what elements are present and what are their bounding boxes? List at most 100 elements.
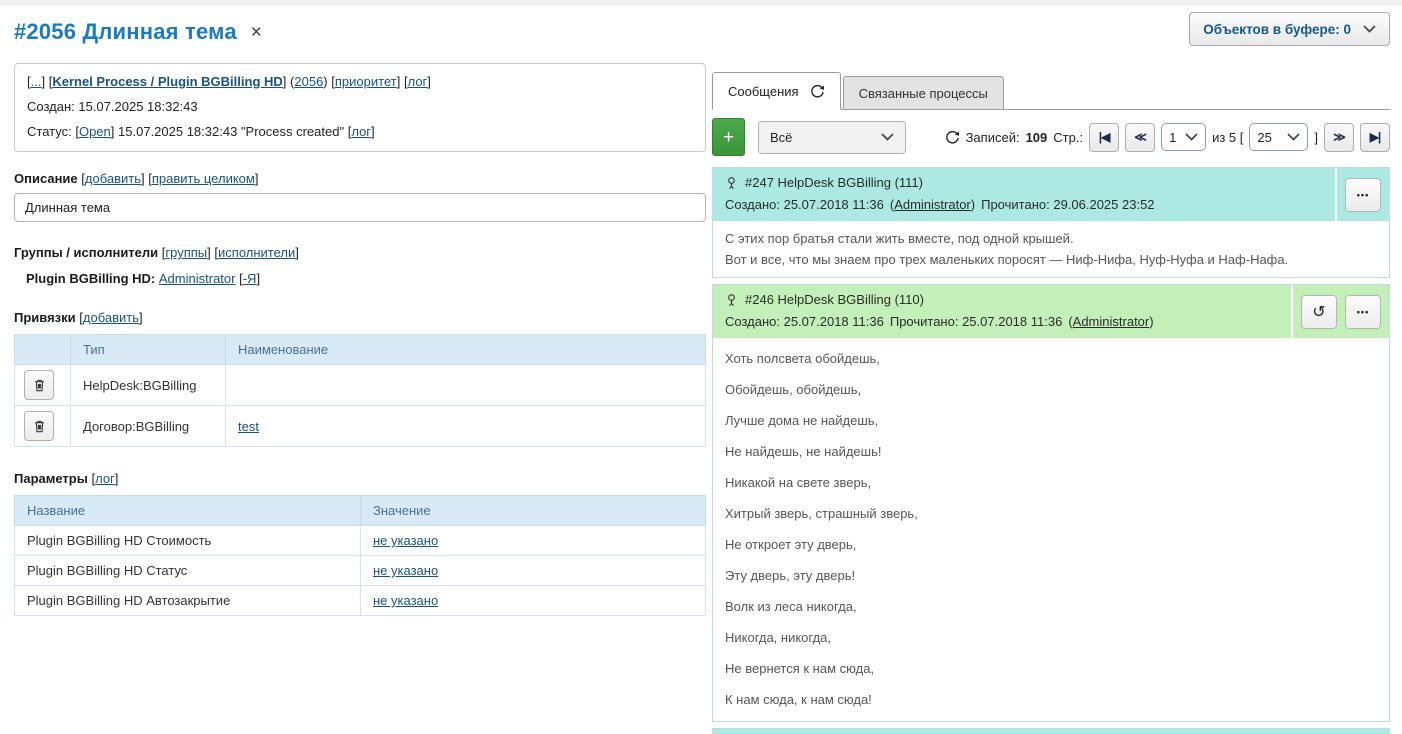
remove-me-link[interactable]: -Я (243, 271, 257, 286)
created-line: Создан: 15.07.2025 18:32:43 (27, 94, 693, 119)
message-list: #247 HelpDesk BGBilling (111) Создано: 2… (712, 167, 1390, 734)
status-label: Статус: (27, 124, 72, 139)
param-name: Plugin BGBilling HD Статус (15, 556, 361, 586)
process-menu-link[interactable]: ... (31, 74, 42, 89)
process-id-link[interactable]: 2056 (294, 74, 323, 89)
message-menu-button[interactable]: ••• (1345, 295, 1381, 329)
message-filter-select[interactable]: Всё (758, 121, 906, 154)
chevron-down-icon (1363, 25, 1376, 33)
tab-linked-processes[interactable]: Связанные процессы (843, 76, 1004, 109)
binding-name (226, 365, 706, 406)
message-actions: ↺ ••• (1291, 285, 1389, 338)
page-label: Стр.: (1053, 130, 1083, 145)
message-body: С этих пор братья стали жить вместе, под… (713, 221, 1389, 277)
param-name: Plugin BGBilling HD Стоимость (15, 526, 361, 556)
messages-panel: Объектов в буфере: 0 Сообщения Связанные… (712, 6, 1390, 734)
bindings-table: Тип Наименование HelpDesk:BGBilling (14, 334, 706, 447)
param-value-link[interactable]: не указано (373, 593, 438, 608)
description-input[interactable] (14, 193, 706, 222)
process-info-line: ... Kernel Process / Plugin BGBilling HD… (27, 69, 693, 94)
message-title: #246 HelpDesk BGBilling (110) (745, 289, 924, 311)
buffer-label: Объектов в буфере: 0 (1203, 22, 1351, 37)
table-row: Plugin BGBilling HD Автозакрытие не указ… (15, 586, 706, 616)
priority-link[interactable]: приоритет (335, 74, 397, 89)
process-title-bar: #2056 Длинная тема × (14, 19, 706, 45)
message-card: #247 HelpDesk BGBilling (111) Создано: 2… (712, 167, 1390, 278)
table-row: Plugin BGBilling HD Статус не указано (15, 556, 706, 586)
tab-messages[interactable]: Сообщения (712, 72, 841, 110)
param-value-link[interactable]: не указано (373, 563, 438, 578)
description-add-link[interactable]: добавить (85, 171, 141, 186)
description-heading: Описание добавить править целиком (14, 171, 706, 186)
table-row: HelpDesk:BGBilling (15, 365, 706, 406)
binding-name-link[interactable]: test (238, 419, 259, 434)
params-col-value: Значение (361, 496, 706, 526)
message-menu-button[interactable]: ••• (1345, 178, 1381, 212)
delete-binding-button[interactable] (24, 370, 54, 400)
message-pin-icon (725, 293, 738, 307)
ellipsis-icon: ••• (1357, 307, 1369, 317)
parameters-table: Название Значение Plugin BGBilling HD Ст… (14, 495, 706, 616)
buffer-row: Объектов в буфере: 0 (712, 6, 1390, 46)
executors-link[interactable]: исполнители (218, 245, 295, 260)
of-pages-label: из 5 [ (1212, 130, 1243, 145)
parameters-heading: Параметры лог (14, 471, 706, 486)
groups-link[interactable]: группы (165, 245, 207, 260)
first-page-button[interactable]: |◀ (1089, 123, 1119, 152)
message-pin-icon (725, 176, 738, 190)
message-header: #246 HelpDesk BGBilling (110) Создано: 2… (713, 285, 1389, 338)
binding-type: HelpDesk:BGBilling (71, 365, 226, 406)
bracket-close-label: ] (1314, 130, 1318, 145)
trash-icon (33, 419, 46, 433)
table-row: Договор:BGBilling test (15, 406, 706, 447)
executor-link[interactable]: Administrator (159, 271, 236, 286)
ellipsis-icon: ••• (1357, 190, 1369, 200)
status-log-link[interactable]: лог (351, 124, 371, 139)
bindings-col-actions (15, 335, 71, 365)
bindings-col-type: Тип (71, 335, 226, 365)
add-message-button[interactable]: + (712, 118, 745, 156)
status-text: 15.07.2025 18:32:43 "Process created" (118, 124, 344, 139)
top-strip (0, 0, 1402, 5)
delete-binding-button[interactable] (24, 411, 54, 441)
records-count: 109 (1026, 130, 1048, 145)
page-size-select[interactable]: 25 (1249, 123, 1308, 151)
binding-type: Договор:BGBilling (71, 406, 226, 447)
prev-page-button[interactable]: ≪ (1125, 123, 1155, 152)
reply-icon: ↺ (1312, 302, 1325, 322)
chevron-down-icon (1287, 133, 1300, 141)
params-col-name: Название (15, 496, 361, 526)
trash-icon (33, 378, 46, 392)
status-open-link[interactable]: Open (79, 124, 111, 139)
author-link[interactable]: Administrator (1073, 314, 1150, 329)
refresh-icon[interactable] (945, 130, 960, 145)
groups-heading: Группы / исполнители группы исполнители (14, 245, 706, 260)
bindings-col-name: Наименование (226, 335, 706, 365)
next-page-button[interactable]: ≫ (1324, 123, 1354, 152)
message-header: #247 HelpDesk BGBilling (111) Создано: 2… (713, 168, 1389, 221)
param-value-link[interactable]: не указано (373, 533, 438, 548)
message-meta: Создано: 25.07.2018 11:36AdministratorПр… (725, 194, 1323, 215)
process-type-link[interactable]: Kernel Process / Plugin BGBilling HD (52, 74, 282, 89)
param-name: Plugin BGBilling HD Автозакрытие (15, 586, 361, 616)
refresh-icon[interactable] (810, 84, 825, 99)
status-line: Статус: Open 15.07.2025 18:32:43 "Proces… (27, 119, 693, 144)
message-card: #246 HelpDesk BGBilling (110) Создано: 2… (712, 284, 1390, 722)
message-body: Хоть полсвета обойдешь, Обойдешь, обойде… (713, 338, 1389, 709)
page-number-select[interactable]: 1 (1161, 123, 1206, 151)
last-page-button[interactable]: ▶| (1360, 123, 1390, 152)
description-edit-link[interactable]: править целиком (152, 171, 255, 186)
table-row: Plugin BGBilling HD Стоимость не указано (15, 526, 706, 556)
bindings-add-link[interactable]: добавить (83, 310, 139, 325)
bindings-heading: Привязки добавить (14, 310, 706, 325)
reply-button[interactable]: ↺ (1301, 295, 1337, 329)
parameters-log-link[interactable]: лог (95, 471, 115, 486)
process-log-link[interactable]: лог (408, 74, 428, 89)
buffer-dropdown-button[interactable]: Объектов в буфере: 0 (1189, 12, 1390, 46)
group-name: Plugin BGBilling HD: (26, 271, 155, 286)
tab-bar: Сообщения Связанные процессы (712, 72, 1390, 110)
close-icon[interactable]: × (251, 23, 262, 42)
chevron-down-icon (881, 133, 894, 141)
author-link[interactable]: Administrator (894, 197, 971, 212)
message-meta: Создано: 25.07.2018 11:36Прочитано: 25.0… (725, 311, 1279, 332)
